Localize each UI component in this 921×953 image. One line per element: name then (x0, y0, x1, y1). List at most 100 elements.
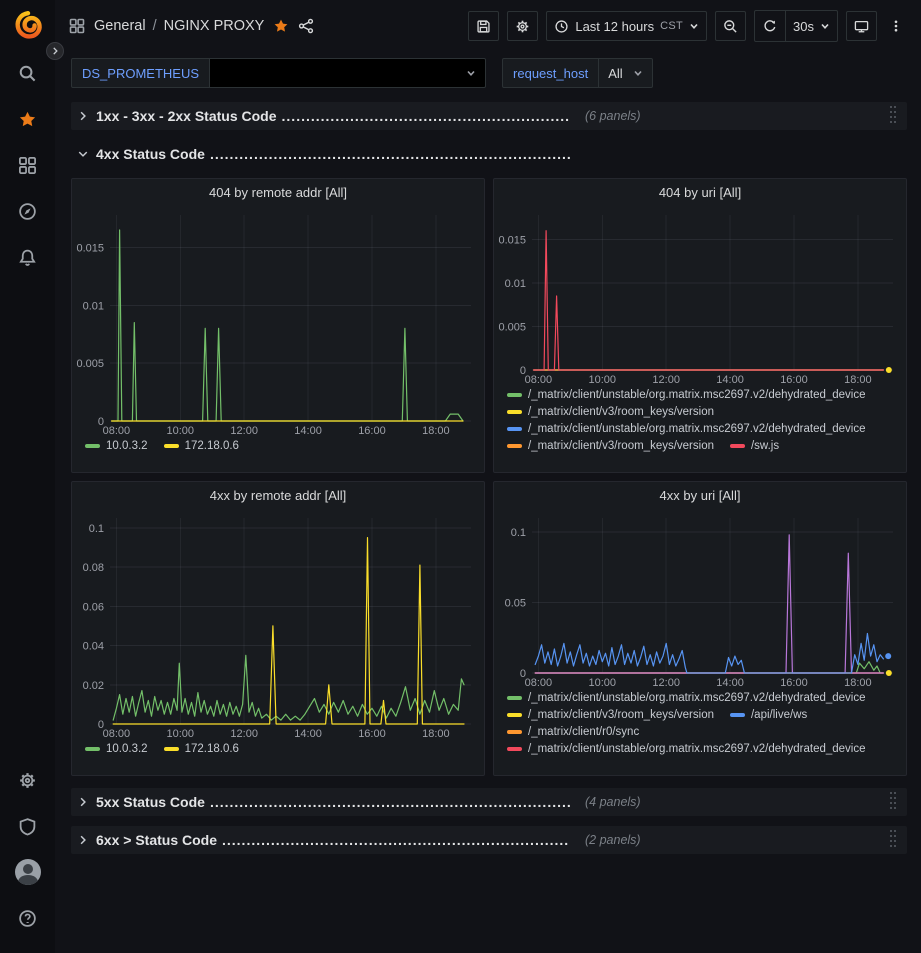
variable-ds-prometheus: DS_PROMETHEUS (71, 58, 486, 88)
row-panel-count: (2 panels) (585, 833, 641, 847)
panel-title[interactable]: 4xx by remote addr [All] (72, 482, 484, 509)
alerting-bell-icon[interactable] (7, 235, 49, 279)
time-series-chart[interactable]: 08:0010:0012:0014:0016:0018:0000.0050.01… (494, 206, 906, 387)
legend-item[interactable]: /_matrix/client/unstable/org.matrix.msc2… (507, 743, 866, 755)
row-6xx[interactable]: 6xx > Status Code.......................… (71, 826, 907, 854)
refresh-interval-value: 30s (793, 19, 814, 34)
search-icon[interactable] (7, 51, 49, 95)
panels-grid: 404 by remote addr [All] 08:0010:0012:00… (71, 178, 907, 776)
clock-icon (554, 19, 569, 34)
svg-text:0: 0 (98, 416, 104, 428)
panel-title[interactable]: 4xx by uri [All] (494, 482, 906, 509)
row-1xx-3xx-2xx[interactable]: 1xx - 3xx - 2xx Status Code.............… (71, 102, 907, 130)
configuration-gear-icon[interactable] (7, 758, 49, 802)
time-series-chart[interactable]: 08:0010:0012:0014:0016:0018:0000.020.040… (72, 509, 484, 741)
row-title: 4xx Status Code (96, 146, 205, 162)
legend: /_matrix/client/unstable/org.matrix.msc2… (494, 690, 906, 770)
favorite-star-icon[interactable] (273, 18, 289, 34)
legend-series-marker (507, 747, 522, 751)
svg-text:0.015: 0.015 (498, 234, 526, 246)
row-title: 5xx Status Code (96, 794, 205, 810)
profile-avatar[interactable] (7, 850, 49, 894)
legend-item[interactable]: /_matrix/client/v3/room_keys/version (507, 709, 714, 721)
help-icon[interactable] (7, 896, 49, 940)
zoom-out-time-button[interactable] (715, 11, 746, 41)
legend-series-marker (164, 747, 179, 751)
main-content: General / NGINX PROXY (55, 0, 921, 953)
row-drag-handle[interactable] (890, 792, 898, 812)
request-host-variable-label[interactable]: request_host (502, 58, 599, 88)
legend-item[interactable]: /api/live/ws (730, 709, 807, 721)
svg-text:18:00: 18:00 (422, 425, 450, 437)
svg-text:16:00: 16:00 (358, 425, 386, 437)
svg-text:0: 0 (520, 365, 526, 377)
row-4xx[interactable]: 4xx Status Code.........................… (71, 140, 907, 168)
share-icon[interactable] (298, 18, 314, 34)
legend-item[interactable]: /_matrix/client/r0/sync (507, 726, 639, 738)
legend-series-label: 172.18.0.6 (185, 440, 239, 452)
panel-title[interactable]: 404 by remote addr [All] (72, 179, 484, 206)
variables-bar: DS_PROMETHEUS request_host All (55, 52, 921, 100)
svg-text:0.05: 0.05 (505, 598, 526, 610)
legend-item[interactable]: /_matrix/client/unstable/org.matrix.msc2… (507, 423, 866, 435)
legend-item[interactable]: /_matrix/client/unstable/org.matrix.msc2… (507, 389, 866, 401)
refresh-controls: 30s (754, 10, 838, 42)
legend-item[interactable]: 172.18.0.6 (164, 743, 239, 755)
svg-text:18:00: 18:00 (844, 374, 872, 386)
legend-item[interactable]: 10.0.3.2 (85, 743, 148, 755)
kiosk-mode-button[interactable] (846, 11, 877, 41)
row-5xx[interactable]: 5xx Status Code.........................… (71, 788, 907, 816)
panel-title[interactable]: 404 by uri [All] (494, 179, 906, 206)
time-range-picker[interactable]: Last 12 hours CST (546, 11, 707, 41)
svg-text:08:00: 08:00 (103, 728, 131, 740)
legend-series-label: /_matrix/client/unstable/org.matrix.msc2… (528, 389, 866, 401)
more-options-button[interactable] (885, 11, 907, 41)
datasource-variable-value[interactable] (210, 58, 486, 88)
dashboard-settings-button[interactable] (507, 11, 538, 41)
row-drag-handle[interactable] (890, 106, 898, 126)
legend-series-label: /_matrix/client/unstable/org.matrix.msc2… (528, 743, 866, 755)
legend-item[interactable]: /_matrix/client/v3/room_keys/version (507, 406, 714, 418)
legend-series-marker (507, 730, 522, 734)
variable-request-host: request_host All (502, 58, 653, 88)
datasource-variable-label[interactable]: DS_PROMETHEUS (71, 58, 210, 88)
dashboard-canvas: 1xx - 3xx - 2xx Status Code.............… (55, 100, 921, 953)
legend-item[interactable]: /_matrix/client/v3/room_keys/version (507, 440, 714, 452)
legend-series-marker (507, 713, 522, 717)
starred-icon[interactable] (7, 97, 49, 141)
explore-compass-icon[interactable] (7, 189, 49, 233)
sidebar-expand-button[interactable] (46, 42, 64, 60)
svg-text:08:00: 08:00 (525, 374, 553, 386)
legend-series-marker (730, 444, 745, 448)
legend-item[interactable]: /sw.js (730, 440, 779, 452)
breadcrumb-folder[interactable]: General (94, 18, 146, 34)
grafana-logo-icon[interactable] (13, 10, 43, 40)
svg-text:0.01: 0.01 (83, 300, 104, 312)
legend-item[interactable]: /_matrix/client/unstable/org.matrix.msc2… (507, 692, 866, 704)
row-panel-count: (6 panels) (585, 109, 641, 123)
legend-series-label: /_matrix/client/unstable/org.matrix.msc2… (528, 423, 866, 435)
row-panel-count: (4 panels) (585, 795, 641, 809)
row-drag-handle[interactable] (890, 830, 898, 850)
dashboard-header: General / NGINX PROXY (55, 0, 921, 52)
row-leader-dots: ........................................… (282, 108, 570, 124)
svg-text:18:00: 18:00 (844, 677, 872, 689)
time-series-chart[interactable]: 08:0010:0012:0014:0016:0018:0000.0050.01… (72, 206, 484, 438)
svg-text:0.1: 0.1 (89, 523, 104, 535)
legend-item[interactable]: 10.0.3.2 (85, 440, 148, 452)
refresh-interval-dropdown[interactable]: 30s (785, 11, 837, 41)
svg-text:0: 0 (98, 719, 104, 731)
dashboards-icon[interactable] (7, 143, 49, 187)
legend-series-marker (507, 444, 522, 448)
request-host-variable-value[interactable]: All (599, 58, 652, 88)
svg-text:10:00: 10:00 (167, 425, 195, 437)
svg-text:14:00: 14:00 (294, 728, 322, 740)
legend-series-marker (730, 713, 745, 717)
server-admin-shield-icon[interactable] (7, 804, 49, 848)
svg-text:10:00: 10:00 (589, 374, 617, 386)
save-dashboard-button[interactable] (468, 11, 499, 41)
time-series-chart[interactable]: 08:0010:0012:0014:0016:0018:0000.050.1 (494, 509, 906, 690)
legend-item[interactable]: 172.18.0.6 (164, 440, 239, 452)
refresh-button[interactable] (755, 11, 785, 41)
svg-text:08:00: 08:00 (525, 677, 553, 689)
